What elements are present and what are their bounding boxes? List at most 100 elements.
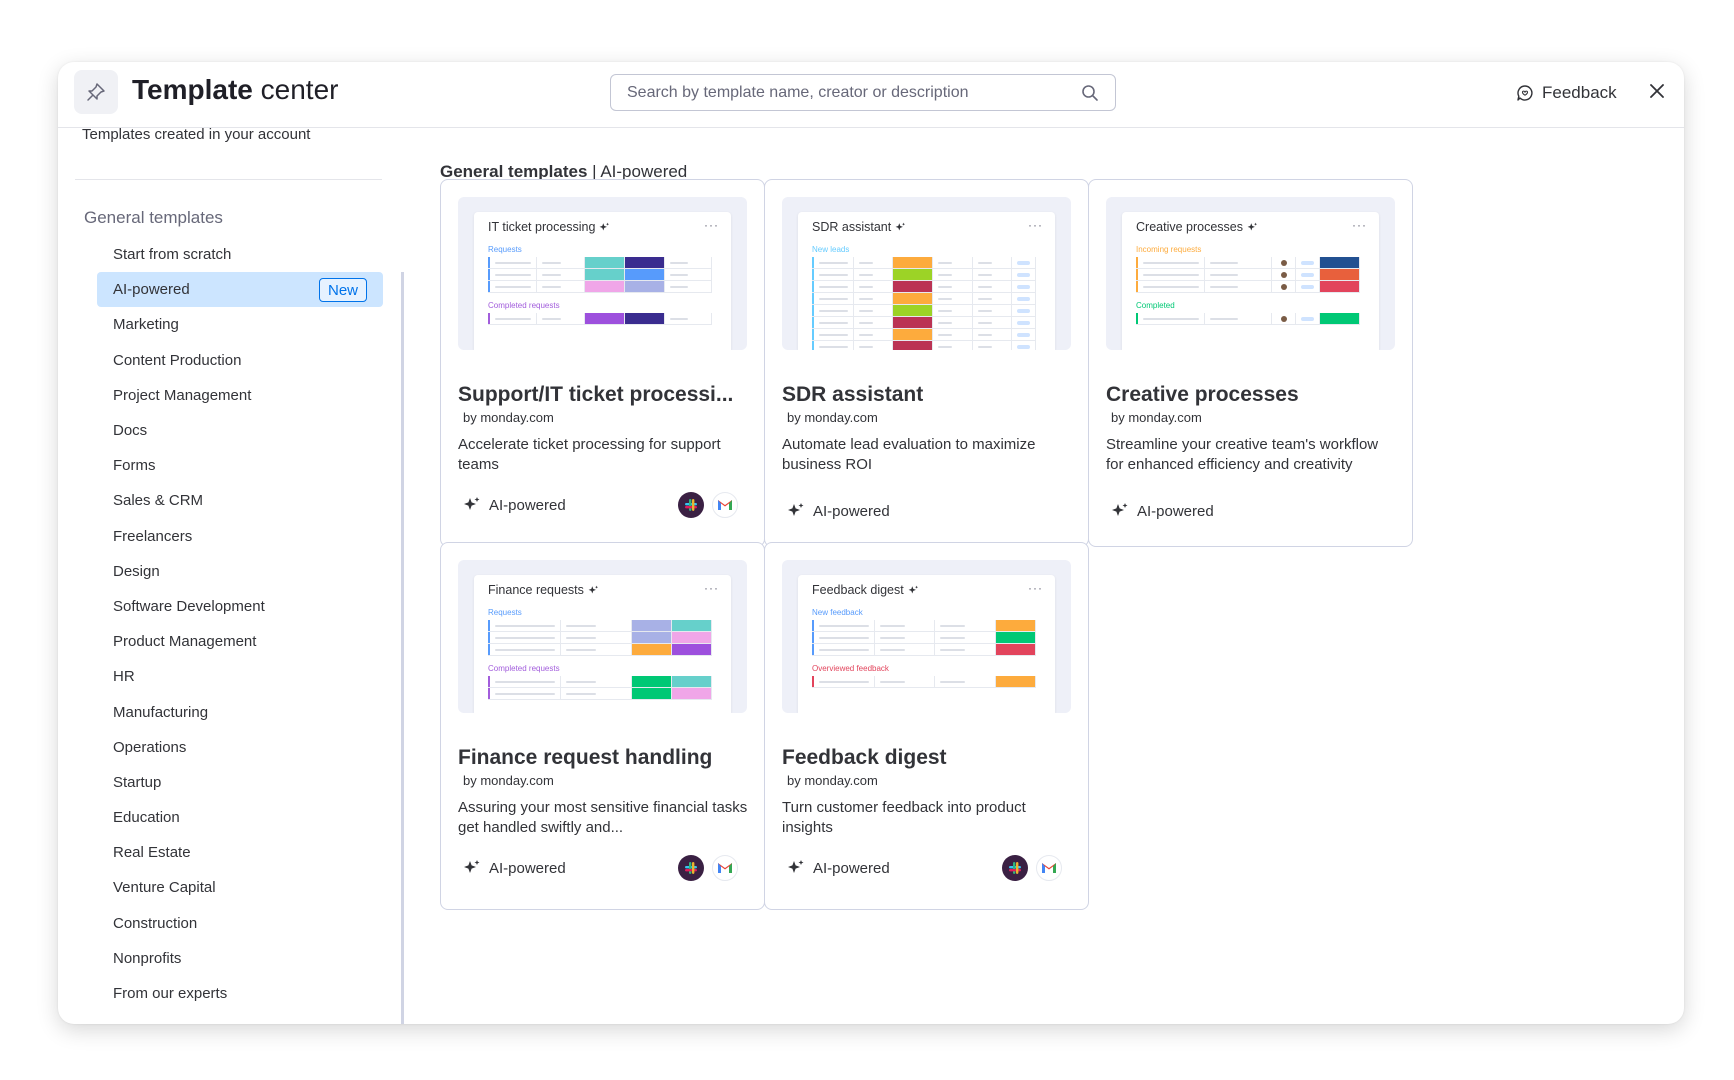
preview-cell: [933, 341, 973, 350]
sidebar-item[interactable]: Real Estate: [97, 835, 383, 870]
preview-cell: [854, 293, 893, 304]
sidebar-item[interactable]: From our experts: [97, 976, 383, 1011]
sidebar-item[interactable]: Docs: [97, 413, 383, 448]
sidebar-item[interactable]: Venture Capital: [97, 870, 383, 905]
template-card[interactable]: IT ticket processing ··· Requests Completed…: [440, 179, 765, 547]
integrations: [678, 855, 738, 881]
preview-row: [1136, 269, 1360, 281]
sidebar-item-label: Marketing: [113, 316, 179, 334]
ai-powered-label: AI-powered: [489, 496, 566, 514]
preview-cell: [632, 688, 672, 699]
sidebar-item-label: Construction: [113, 914, 198, 932]
preview-cell: [893, 305, 933, 316]
preview-cell: [814, 257, 854, 268]
sidebar-item[interactable]: HR: [97, 659, 383, 694]
preview-cell: [584, 281, 625, 292]
sidebar-item[interactable]: Forms: [97, 448, 383, 483]
preview-cell: [537, 257, 585, 268]
sidebar-item[interactable]: Content Production: [97, 343, 383, 378]
preview-title: Feedback digest: [812, 583, 919, 597]
preview-cell: [490, 676, 561, 687]
preview-cell: [624, 269, 665, 280]
preview-cell: [814, 632, 875, 643]
sidebar-item-label: Sales & CRM: [113, 492, 204, 510]
sidebar-item[interactable]: Startup: [97, 765, 383, 800]
sidebar-section-title: General templates: [84, 208, 223, 227]
preview-group-rows: [812, 676, 1037, 688]
template-preview-board: SDR assistant ··· New leads: [798, 212, 1055, 350]
preview-row: [812, 293, 1036, 305]
sidebar-scrollbar[interactable]: [401, 272, 404, 1024]
preview-cell: [1012, 281, 1036, 292]
template-creator: by monday.com: [1111, 410, 1202, 425]
sidebar-item[interactable]: Sales & CRM: [97, 483, 383, 518]
sidebar-item[interactable]: Operations: [97, 730, 383, 765]
sidebar-item[interactable]: Software Development: [97, 589, 383, 624]
preview-cell: [1320, 269, 1360, 280]
search-input[interactable]: [627, 83, 1081, 102]
preview-cell: [996, 644, 1037, 655]
sidebar-item-label: Operations: [113, 738, 187, 756]
gmail-icon: [712, 855, 738, 881]
preview-row: [812, 269, 1036, 281]
preview-group-rows: [1136, 313, 1360, 325]
preview-cell: [490, 257, 538, 268]
sidebar-account-templates-link[interactable]: Templates created in your account: [82, 126, 310, 143]
preview-title-text: IT ticket processing: [488, 220, 596, 234]
sidebar-item[interactable]: Nonprofits: [97, 941, 383, 976]
ai-powered-tag: AI-powered: [787, 502, 890, 520]
preview-group-label: Completed requests: [488, 301, 560, 310]
preview-row: [488, 281, 712, 293]
preview-group-rows: [488, 676, 712, 700]
sidebar-item[interactable]: Marketing: [97, 307, 383, 342]
template-card[interactable]: SDR assistant ··· New leads SDR assistant by…: [764, 179, 1089, 547]
feedback-button[interactable]: Feedback: [1516, 78, 1617, 108]
preview-cell: [1205, 313, 1272, 324]
sidebar-item[interactable]: Project Management: [97, 378, 383, 413]
sidebar-item[interactable]: Education: [97, 800, 383, 835]
preview-title-text: Creative processes: [1136, 220, 1243, 234]
preview-cell: [1205, 257, 1272, 268]
sidebar-item-label: Project Management: [113, 386, 252, 404]
sidebar-item-label: Docs: [113, 422, 148, 440]
preview-cell: [933, 305, 973, 316]
preview-group-label: Incoming requests: [1136, 245, 1202, 254]
sidebar-item[interactable]: Manufacturing: [97, 694, 383, 729]
preview-group-label: Overviewed feedback: [812, 664, 889, 673]
gmail-icon: [712, 492, 738, 518]
sidebar-item[interactable]: Construction: [97, 906, 383, 941]
preview-title-text: Feedback digest: [812, 583, 904, 597]
preview-cell: [973, 293, 1012, 304]
sparkle-icon: [895, 222, 906, 231]
close-button[interactable]: [1642, 76, 1672, 106]
sidebar-item[interactable]: Start from scratch: [97, 237, 383, 272]
preview-cell: [490, 644, 561, 655]
preview-cell: [1012, 269, 1036, 280]
sidebar-item[interactable]: Design: [97, 554, 383, 589]
template-preview: Finance requests ··· Requests Completed req…: [458, 560, 747, 713]
preview-row: [812, 632, 1037, 644]
template-card[interactable]: Feedback digest ··· New feedback Overviewed…: [764, 542, 1089, 910]
template-card[interactable]: Finance requests ··· Requests Completed req…: [440, 542, 765, 910]
search-box[interactable]: [610, 74, 1116, 111]
preview-cell: [973, 257, 1012, 268]
sidebar-item-label: Venture Capital: [113, 879, 216, 897]
preview-cell: [490, 269, 538, 280]
preview-cell: [561, 632, 632, 643]
preview-cell: [672, 644, 712, 655]
template-card[interactable]: Creative processes ··· Incoming requests Co…: [1088, 179, 1413, 547]
sidebar-divider: [75, 179, 382, 180]
sidebar-item[interactable]: Freelancers: [97, 519, 383, 554]
sparkle-icon: [908, 585, 918, 594]
preview-cell: [875, 676, 936, 687]
preview-cell: [1296, 257, 1320, 268]
ai-powered-tag: AI-powered: [1111, 502, 1214, 520]
template-name: Support/IT ticket processi...: [458, 383, 734, 406]
sidebar-item[interactable]: AI-powered New: [97, 272, 383, 308]
preview-cell: [893, 341, 933, 350]
template-preview: Creative processes ··· Incoming requests Co…: [1106, 197, 1395, 350]
search-icon[interactable]: [1081, 84, 1099, 102]
preview-title: Finance requests: [488, 583, 599, 597]
preview-row: [812, 305, 1036, 317]
sidebar-item[interactable]: Product Management: [97, 624, 383, 659]
